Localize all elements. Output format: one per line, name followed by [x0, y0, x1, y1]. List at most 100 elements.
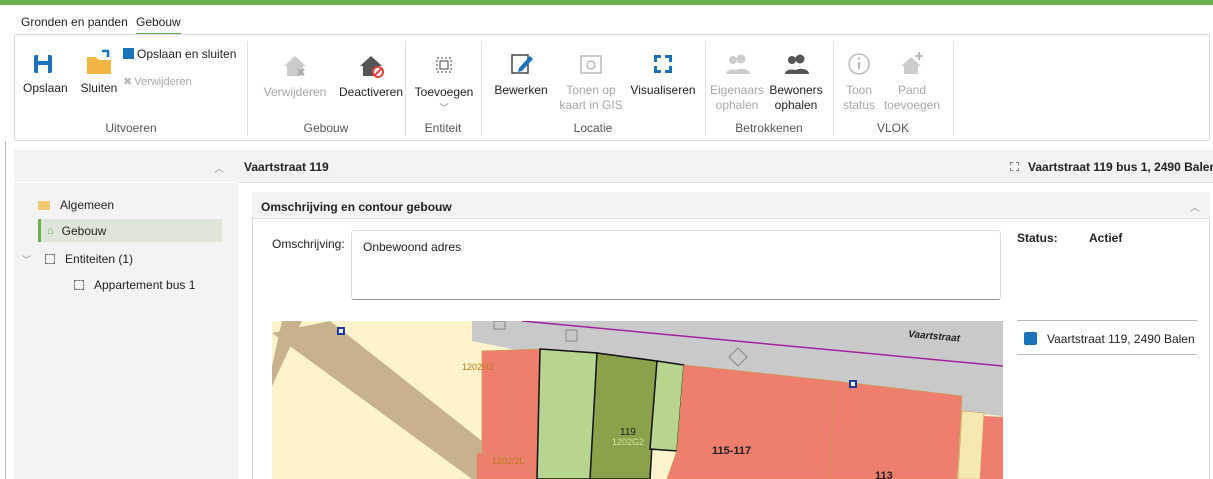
sidebar-header: ︿	[14, 150, 238, 183]
close-button[interactable]: Sluiten	[79, 47, 119, 96]
parcel-label: 1202/2L	[492, 456, 525, 466]
group-label-betrokkenen: Betrokkenen	[735, 121, 803, 135]
tab-gronden-en-panden[interactable]: Gronden en panden	[21, 15, 128, 29]
house-delete-icon	[284, 56, 306, 76]
main-header: Vaartstraat 119 Vaartstraat 119 bus 1, 2…	[238, 150, 1213, 183]
delete-button-disabled[interactable]: ✖ Verwijderen	[123, 75, 223, 90]
address-point-icon	[849, 380, 857, 388]
parcel-far-right	[980, 416, 1003, 479]
collapse-up-icon[interactable]: ︿	[214, 160, 224, 175]
delete-label: Verwijderen	[134, 76, 192, 88]
save-close-icon	[123, 48, 134, 59]
fetch-residents-label-1: Bewoners	[769, 83, 823, 97]
show-gis-button[interactable]: Tonen op kaart in GIS	[555, 49, 627, 113]
edit-location-button[interactable]: Bewerken	[491, 49, 551, 98]
fetch-residents-label-2: ophalen	[774, 98, 818, 112]
parcel-119-left	[536, 348, 598, 479]
edit-location-label: Bewerken	[494, 83, 548, 97]
deactivate-button[interactable]: Deactiveren	[331, 51, 411, 100]
chevron-down-icon: ﹀	[439, 103, 449, 113]
add-pand-label-2: toevoegen	[883, 98, 941, 112]
fetch-owners-button[interactable]: Eigenaars ophalen	[707, 49, 767, 113]
save-and-close-button[interactable]: Opslaan en sluiten	[123, 47, 243, 62]
map-canvas: Vaartstraat 1202H2 1202/2L 119 1202G2 11…	[272, 321, 1003, 479]
gebouw-delete-label: Verwijderen	[263, 85, 327, 99]
show-status-label-1: Toon	[845, 83, 873, 97]
folder-close-icon	[87, 49, 111, 74]
owners-people-icon	[726, 54, 750, 74]
sidebar-item-label: Gebouw	[61, 223, 107, 238]
entity-icon	[45, 254, 56, 264]
sidebar-item-label: Algemeen	[60, 198, 115, 212]
close-label: Sluiten	[80, 81, 118, 95]
entity-icon	[1010, 162, 1019, 171]
parcel-number-label: 115-117	[712, 445, 751, 457]
house-icon: ⌂	[47, 224, 54, 237]
parcel-map[interactable]: Vaartstraat 1202H2 1202/2L 119 1202G2 11…	[272, 321, 1003, 479]
parcel-113	[829, 380, 963, 479]
visualize-label: Visualiseren	[630, 83, 696, 97]
parcel-115-117	[666, 364, 835, 479]
add-entity-dropdown[interactable]: Toevoegen ﹀	[409, 51, 479, 116]
gis-map-icon	[580, 55, 602, 74]
address-point-icon	[337, 327, 345, 335]
fetch-residents-button[interactable]: Bewoners ophalen	[765, 49, 827, 113]
omschrijving-label: Omschrijving:	[272, 237, 345, 251]
house-add-icon	[901, 52, 923, 74]
house-deactivate-icon	[360, 56, 384, 78]
show-status-label-2: status	[842, 98, 875, 112]
sidebar-item-gebouw[interactable]: ⌂ Gebouw	[38, 219, 222, 242]
sidebar-item-label: Entiteiten (1)	[65, 252, 134, 266]
save-close-label: Opslaan en sluiten	[137, 47, 237, 61]
group-label-gebouw: Gebouw	[303, 121, 349, 135]
sidebar-item-entiteiten[interactable]: ﹀ Entiteiten (1)	[22, 250, 133, 268]
expand-arrows-icon	[654, 55, 672, 73]
parcel-119	[589, 352, 658, 479]
status-value: Actief	[1089, 231, 1123, 245]
address-icon	[1024, 332, 1037, 345]
group-label-uitvoeren: Uitvoeren	[105, 121, 157, 135]
save-button[interactable]: Opslaan	[23, 47, 68, 96]
residents-people-icon	[785, 54, 809, 74]
group-label-locatie: Locatie	[573, 121, 613, 135]
entity-icon	[74, 280, 84, 290]
address-label: Vaartstraat 119, 2490 Balen	[1047, 332, 1195, 346]
show-gis-label-2: kaart in GIS	[559, 98, 623, 112]
add-pand-label-1: Pand	[897, 83, 927, 97]
tab-gebouw[interactable]: Gebouw	[136, 15, 181, 35]
status-label: Status:	[1017, 231, 1058, 245]
sidebar-item-appartement[interactable]: Appartement bus 1	[74, 276, 195, 294]
gebouw-delete-button[interactable]: Verwijderen	[255, 51, 335, 100]
group-label-entiteit: Entiteit	[424, 121, 462, 135]
parcel-label: 1202H2	[462, 362, 494, 372]
group-label-vlok: VLOK	[876, 121, 909, 135]
fetch-owners-label-2: ophalen	[715, 98, 759, 112]
deactivate-label: Deactiveren	[338, 85, 404, 99]
visualize-button[interactable]: Visualiseren	[625, 49, 701, 98]
sidebar-item-algemeen[interactable]: Algemeen	[38, 196, 114, 214]
parcel-strip	[957, 410, 985, 479]
unit-link-label: Vaartstraat 119 bus 1, 2490 Balen	[1028, 160, 1213, 174]
add-pand-button[interactable]: Pand toevoegen	[877, 49, 947, 113]
info-icon	[848, 53, 870, 75]
fetch-owners-label-1: Eigenaars	[709, 83, 765, 97]
ribbon-tabs: Gronden en panden Gebouw	[0, 5, 1213, 37]
delete-x-icon: ✖	[123, 76, 133, 88]
parcel-number-label: 113	[875, 470, 893, 479]
panel-header[interactable]: Omschrijving en contour gebouw ︿	[252, 192, 1210, 219]
parcel-label: 1202G2	[612, 437, 644, 447]
entity-icon	[436, 57, 452, 73]
unit-link[interactable]: Vaartstraat 119 bus 1, 2490 Balen	[1010, 160, 1213, 174]
window-left-border	[5, 141, 6, 479]
add-entity-label: Toevoegen	[414, 85, 474, 99]
edit-pencil-icon	[511, 54, 533, 74]
chevron-down-icon[interactable]: ﹀	[22, 253, 31, 266]
omschrijving-field[interactable]: Onbewoond adres	[351, 230, 1001, 300]
show-status-button[interactable]: Toon status	[839, 49, 879, 113]
save-icon	[34, 55, 52, 73]
omschrijving-value: Onbewoond adres	[363, 240, 462, 254]
address-row[interactable]: Vaartstraat 119, 2490 Balen	[1017, 320, 1197, 355]
ribbon: Opslaan Sluiten Opslaan en sluiten ✖ Verw…	[14, 34, 1210, 141]
collapse-up-icon[interactable]: ︿	[1190, 199, 1200, 214]
save-label: Opslaan	[23, 81, 68, 95]
